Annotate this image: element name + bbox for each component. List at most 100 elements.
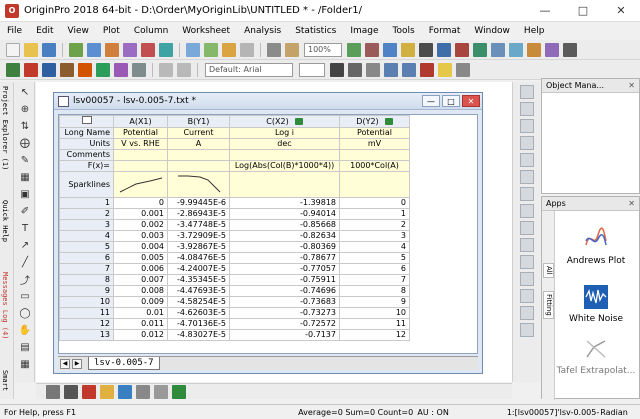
cell-a[interactable]: 0.006	[113, 263, 168, 275]
cell-b[interactable]: -3.47748E-5	[167, 219, 230, 231]
script-icon[interactable]	[455, 42, 469, 57]
cell-d[interactable]: 4	[339, 241, 410, 253]
line-color-icon[interactable]	[456, 62, 470, 77]
open-folder-icon[interactable]	[24, 42, 38, 57]
sparkline-c[interactable]	[229, 171, 340, 198]
cell-c[interactable]: -0.78677	[229, 252, 340, 264]
scale-icon[interactable]: ⇅	[18, 119, 32, 133]
cell-d[interactable]: 7	[339, 274, 410, 286]
panel-close-icon[interactable]: ✕	[628, 199, 639, 208]
smart-hint-icon[interactable]	[545, 42, 559, 57]
meta-cell[interactable]: Potential	[339, 127, 410, 139]
minimize-icon[interactable]: —	[526, 0, 564, 22]
row-number[interactable]: 5	[59, 241, 114, 253]
meta-cell[interactable]	[113, 149, 168, 161]
menu-window[interactable]: Window	[467, 26, 517, 36]
duplicate-icon[interactable]	[240, 42, 254, 57]
bubble-scale-icon[interactable]	[520, 221, 534, 235]
plot-area-icon[interactable]	[96, 62, 110, 77]
meta-cell[interactable]: Log i	[229, 127, 340, 139]
cell-c[interactable]: -0.73273	[229, 307, 340, 319]
cell-c[interactable]: -0.75911	[229, 274, 340, 286]
cell-c[interactable]: -0.94014	[229, 208, 340, 220]
menu-column[interactable]: Column	[127, 26, 175, 36]
pattern-icon[interactable]	[118, 384, 132, 399]
timestamp-icon[interactable]	[520, 187, 534, 201]
zoom-in-icon[interactable]	[347, 42, 361, 57]
plot-line-icon[interactable]	[6, 62, 20, 77]
app-white-noise[interactable]: White Noise	[556, 285, 636, 324]
axes-icon[interactable]	[520, 170, 534, 184]
line-style-icon[interactable]	[46, 384, 60, 399]
cell-d[interactable]: 12	[339, 329, 410, 341]
cell-d[interactable]: 8	[339, 285, 410, 297]
smart-hint-tab[interactable]: Smart	[1, 370, 9, 391]
first-sheet-icon[interactable]: ◀	[60, 358, 70, 369]
cell-c[interactable]: -0.72572	[229, 318, 340, 330]
sparkline-d[interactable]	[339, 171, 410, 198]
new-project-icon[interactable]	[6, 42, 20, 57]
next-sheet-icon[interactable]: ▶	[72, 358, 82, 369]
cell-c[interactable]: -0.82634	[229, 230, 340, 242]
cell-c[interactable]: -1.39818	[229, 197, 340, 209]
refresh-icon[interactable]	[222, 42, 236, 57]
plot-scatter-icon[interactable]	[24, 62, 38, 77]
cell-b[interactable]: -4.58254E-5	[167, 296, 230, 308]
cell-a[interactable]: 0.007	[113, 274, 168, 286]
legend-icon[interactable]	[520, 153, 534, 167]
row-number[interactable]: 10	[59, 296, 114, 308]
corner-cell[interactable]	[59, 115, 114, 128]
print-icon[interactable]	[267, 42, 281, 57]
cell-c[interactable]: -0.80369	[229, 241, 340, 253]
plot-bar-icon[interactable]	[78, 62, 92, 77]
row-number[interactable]: 12	[59, 318, 114, 330]
data-selector-icon[interactable]: ▦	[18, 170, 32, 184]
row-number[interactable]: 4	[59, 230, 114, 242]
italic-icon[interactable]	[348, 62, 362, 77]
symbol-icon[interactable]	[136, 384, 150, 399]
cell-a[interactable]: 0.011	[113, 318, 168, 330]
import-wizard-icon[interactable]	[204, 42, 218, 57]
maximize-icon[interactable]: □	[564, 0, 602, 22]
align-icon[interactable]	[520, 289, 534, 303]
meta-cell[interactable]: dec	[229, 138, 340, 150]
formula-cell[interactable]	[113, 160, 168, 172]
bold-icon[interactable]	[330, 62, 344, 77]
cell-b[interactable]: -4.83027E-5	[167, 329, 230, 341]
group-icon[interactable]	[520, 306, 534, 320]
data-reader-icon[interactable]: ✎	[18, 153, 32, 167]
font-color-icon[interactable]	[420, 62, 434, 77]
worksheet-title-bar[interactable]: lsv00057 - lsv-0.005-7.txt * — □ ✕	[54, 93, 482, 110]
cell-a[interactable]: 0	[113, 197, 168, 209]
circle-tool-icon[interactable]: ◯	[18, 306, 32, 320]
meta-cell[interactable]	[167, 149, 230, 161]
code-builder-icon[interactable]	[437, 42, 451, 57]
meta-cell[interactable]: A	[167, 138, 230, 150]
plot-3d-icon[interactable]	[132, 62, 146, 77]
row-number[interactable]: 11	[59, 307, 114, 319]
symbol-size-icon[interactable]	[154, 384, 168, 399]
menu-image[interactable]: Image	[343, 26, 385, 36]
rescale-icon[interactable]	[520, 85, 534, 99]
save-icon[interactable]	[42, 42, 56, 57]
cell-b[interactable]: -4.62603E-5	[167, 307, 230, 319]
column-header-c[interactable]: C(X2)	[229, 115, 340, 128]
font-select[interactable]: Default: Arial	[205, 62, 293, 77]
menu-file[interactable]: File	[0, 26, 29, 36]
worksheet-minimize-icon[interactable]: —	[422, 95, 440, 107]
row-number[interactable]: 8	[59, 274, 114, 286]
align-left-icon[interactable]	[159, 62, 173, 77]
quick-help-tab[interactable]: Quick Help	[1, 200, 9, 242]
arrange-icon[interactable]	[520, 255, 534, 269]
cell-b[interactable]: -2.86943E-5	[167, 208, 230, 220]
formula-cell[interactable]: Log(Abs(Col(B)*1000*4))	[229, 160, 340, 172]
front-icon[interactable]	[520, 323, 534, 337]
curved-arrow-icon[interactable]: ⤴	[18, 272, 32, 287]
underline-icon[interactable]	[366, 62, 380, 77]
sparkline-a[interactable]	[113, 171, 168, 198]
cell-a[interactable]: 0.009	[113, 296, 168, 308]
import-icon[interactable]	[186, 42, 200, 57]
row-number[interactable]: 2	[59, 208, 114, 220]
new-worksheet-icon[interactable]	[69, 42, 83, 57]
arrow-tool-icon[interactable]: ↗	[18, 238, 32, 252]
